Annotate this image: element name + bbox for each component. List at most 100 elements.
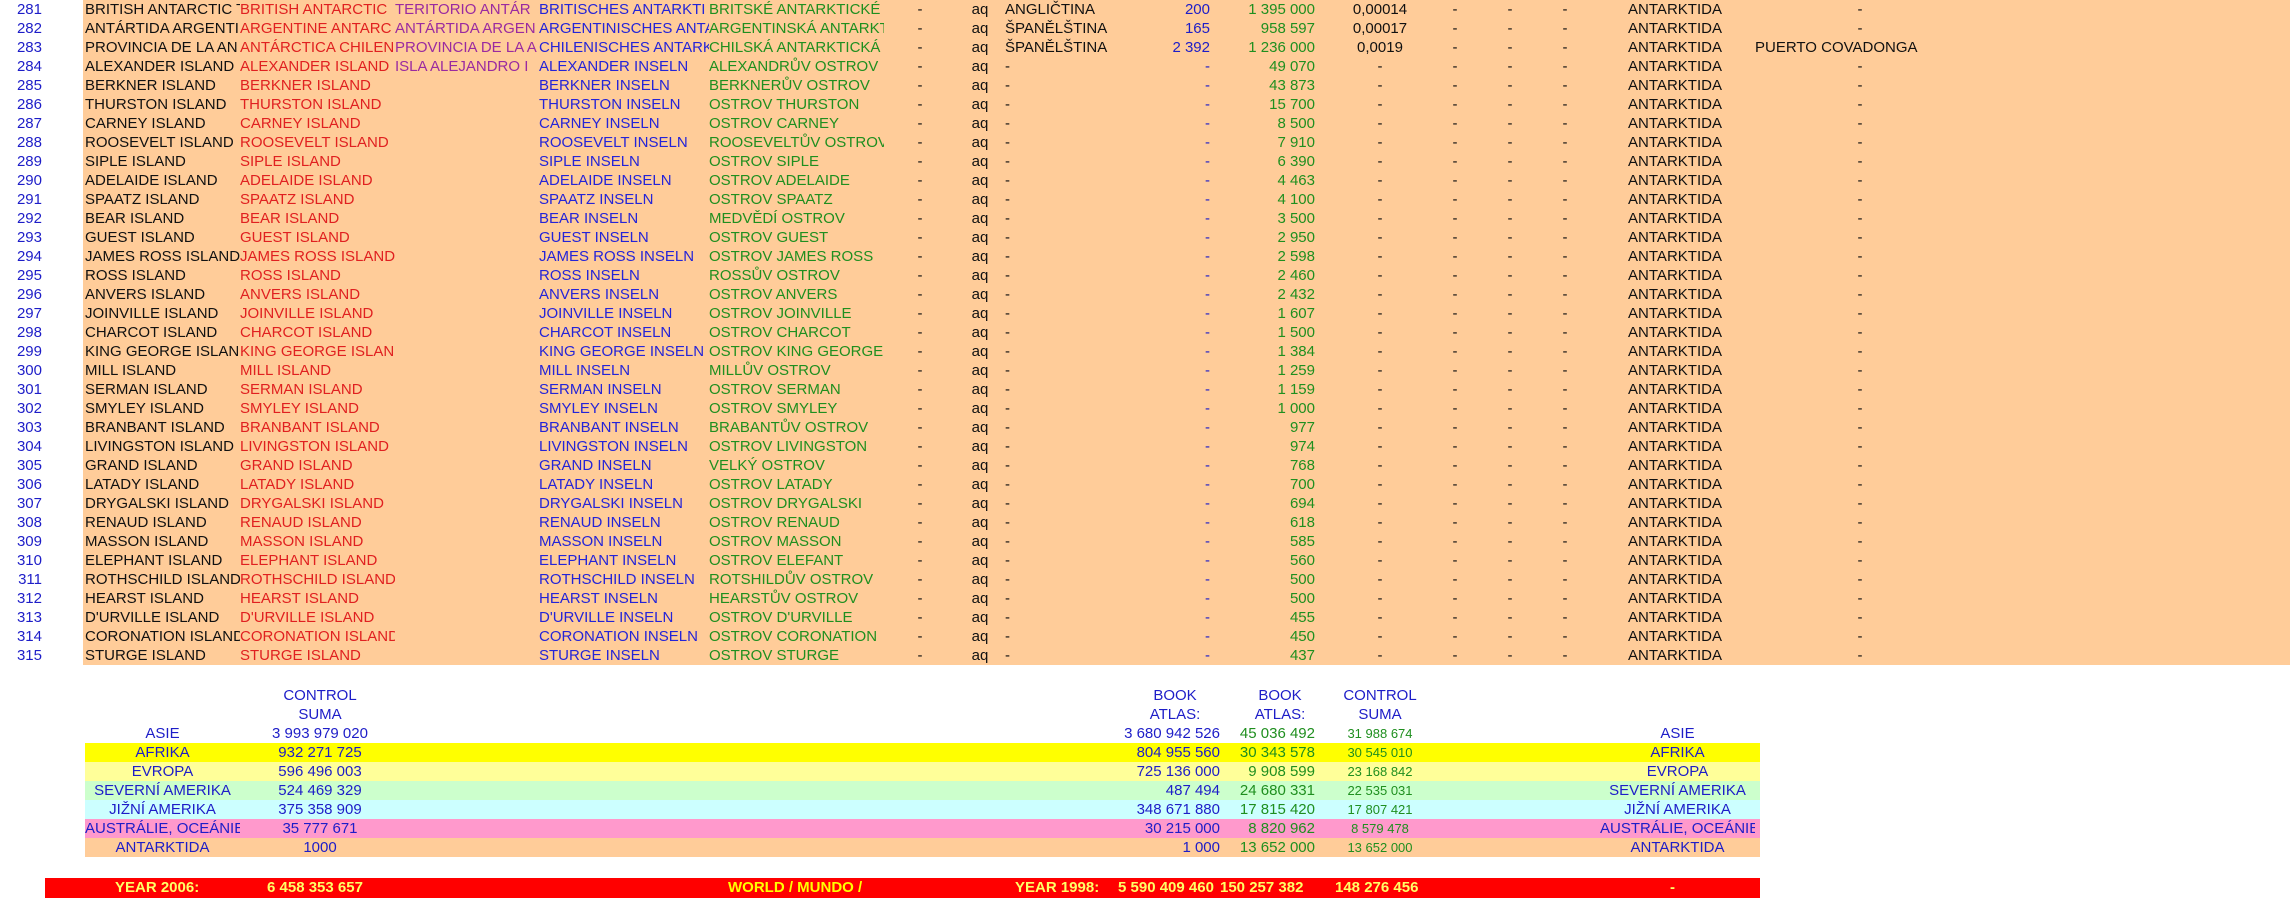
cell-cap: -: [1857, 286, 1863, 303]
cell-d4: -: [1562, 134, 1568, 151]
cell-pop: -: [1205, 248, 1210, 265]
cell-cont: ANTARKTIDA: [1628, 115, 1722, 132]
cell-d2: -: [1452, 39, 1458, 56]
table-row: 290 ADELAIDE ISLAND ADELAIDE ISLAND ADELAID…: [0, 171, 2296, 190]
cell-de: ARGENTINISCHES ANTA: [539, 20, 709, 37]
cell-cz: OSTROV LATADY: [709, 476, 833, 493]
cell-num: 311: [18, 571, 42, 588]
cell-es: GRAND ISLAND: [240, 457, 353, 474]
cell-d3: -: [1507, 134, 1513, 151]
cell-en: ELEPHANT ISLAND: [85, 552, 223, 569]
cell-lang: ANGLIČTINA: [1005, 1, 1096, 18]
cell-area: 49 070: [1269, 58, 1315, 75]
cell-de: BERKNER INSELN: [539, 77, 670, 94]
cell-d3: -: [1507, 191, 1513, 208]
cell-code: aq: [971, 134, 989, 151]
cell-es: CHARCOT ISLAND: [240, 324, 373, 341]
cell-lang: -: [1005, 115, 1010, 132]
cell-cap: -: [1857, 172, 1863, 189]
cell-cont: ANTARKTIDA: [1628, 305, 1722, 322]
cell-d4: -: [1562, 191, 1568, 208]
cell-lang: -: [1005, 514, 1010, 531]
cell-en: DRYGALSKI ISLAND: [85, 495, 229, 512]
cell-lang: -: [1005, 362, 1010, 379]
cell-area: 43 873: [1269, 77, 1315, 94]
cell-cap: -: [1857, 324, 1863, 341]
cell-area: 977: [1289, 419, 1315, 436]
cell-pop: -: [1205, 191, 1210, 208]
cell-num: 307: [16, 495, 42, 512]
cell-de: ROOSEVELT INSELN: [539, 134, 688, 151]
cell-d3: -: [1507, 571, 1513, 588]
cell-pop: -: [1205, 514, 1210, 531]
cell-en: SIPLE ISLAND: [85, 153, 186, 170]
cell-de: SIPLE INSELN: [539, 153, 640, 170]
cell-de: GUEST INSELN: [539, 229, 649, 246]
summary-name: ANTARKTIDA: [115, 839, 210, 856]
cell-area: 694: [1289, 495, 1315, 512]
cell-cap: -: [1857, 400, 1863, 417]
world-total-bar: YEAR 2006: 6 458 353 657 WORLD / MUNDO /…: [45, 878, 1760, 898]
cell-cont: ANTARKTIDA: [1628, 229, 1722, 246]
cell-es2: [395, 380, 539, 399]
year-2006-value: 6 458 353 657: [267, 879, 363, 896]
cell-en: GUEST ISLAND: [85, 229, 195, 246]
cell-cap: -: [1857, 419, 1863, 436]
cell-area: 974: [1289, 438, 1315, 455]
cell-d2: -: [1452, 20, 1458, 37]
cell-d2: -: [1452, 419, 1458, 436]
cell-num: 283: [16, 39, 42, 56]
cell-pop: -: [1205, 457, 1210, 474]
cell-dens: 0,00014: [1352, 1, 1408, 18]
cell-d4: -: [1562, 229, 1568, 246]
cell-d2: -: [1452, 1, 1458, 18]
cell-d4: -: [1562, 172, 1568, 189]
cell-cont: ANTARKTIDA: [1628, 533, 1722, 550]
cell-es2: [395, 437, 539, 456]
summary-control: 1000: [303, 839, 337, 856]
cell-d4: -: [1562, 96, 1568, 113]
cell-d3: -: [1507, 1, 1513, 18]
cell-de: D'URVILLE INSELN: [539, 609, 674, 626]
cell-cont: ANTARKTIDA: [1628, 267, 1722, 284]
table-row: 286 THURSTON ISLAND THURSTON ISLAND THURSTO…: [0, 95, 2296, 114]
cell-en: JOINVILLE ISLAND: [85, 305, 219, 322]
cell-d3: -: [1507, 96, 1513, 113]
cell-cz: VELKÝ OSTROV: [709, 457, 825, 474]
cell-d4: -: [1562, 324, 1568, 341]
cell-lang: -: [1005, 191, 1010, 208]
cell-en: JAMES ROSS ISLAND: [85, 248, 240, 265]
cell-es2: [395, 285, 539, 304]
cell-cap: -: [1857, 495, 1863, 512]
cell-code: aq: [971, 58, 989, 75]
cell-cz: OSTROV ELEFANT: [709, 552, 844, 569]
cell-pop: -: [1205, 153, 1210, 170]
cell-es2: PROVINCIA DE LA A: [395, 39, 537, 56]
cell-dens: -: [1377, 210, 1383, 227]
summary-book1: 804 955 560: [1136, 744, 1220, 761]
cell-pop: -: [1205, 324, 1210, 341]
cell-cz: ALEXANDRŮV OSTROV: [709, 58, 879, 75]
cell-cz: OSTROV KING GEORGE: [709, 343, 884, 360]
table-row: 311 ROTHSCHILD ISLAND ROTHSCHILD ISLAND ROT…: [0, 570, 2296, 589]
table-row: 298 CHARCOT ISLAND CHARCOT ISLAND CHARCOT I…: [0, 323, 2296, 342]
cell-lang: -: [1005, 343, 1010, 360]
summary-name: ASIE: [145, 725, 180, 742]
cell-en: ROOSEVELT ISLAND: [85, 134, 234, 151]
cell-es2: [395, 171, 539, 190]
cell-lang: -: [1005, 571, 1010, 588]
summary-name2: ANTARKTIDA: [1630, 839, 1725, 856]
cell-d1: -: [917, 20, 923, 37]
cell-pop: -: [1205, 571, 1210, 588]
book-atlas-header-1b: ATLAS:: [1149, 706, 1201, 723]
cell-de: ROSS INSELN: [539, 267, 640, 284]
cell-d3: -: [1507, 20, 1513, 37]
cell-d4: -: [1562, 77, 1568, 94]
cell-cont: ANTARKTIDA: [1628, 647, 1722, 664]
summary-control: 3 993 979 020: [272, 725, 368, 742]
cell-cont: ANTARKTIDA: [1628, 1, 1722, 18]
table-row: 281 BRITISH ANTARCTIC T BRITISH ANTARCTIC T…: [0, 0, 2296, 19]
cell-cap: -: [1857, 438, 1863, 455]
cell-area: 3 500: [1277, 210, 1315, 227]
cell-es2: [395, 152, 539, 171]
